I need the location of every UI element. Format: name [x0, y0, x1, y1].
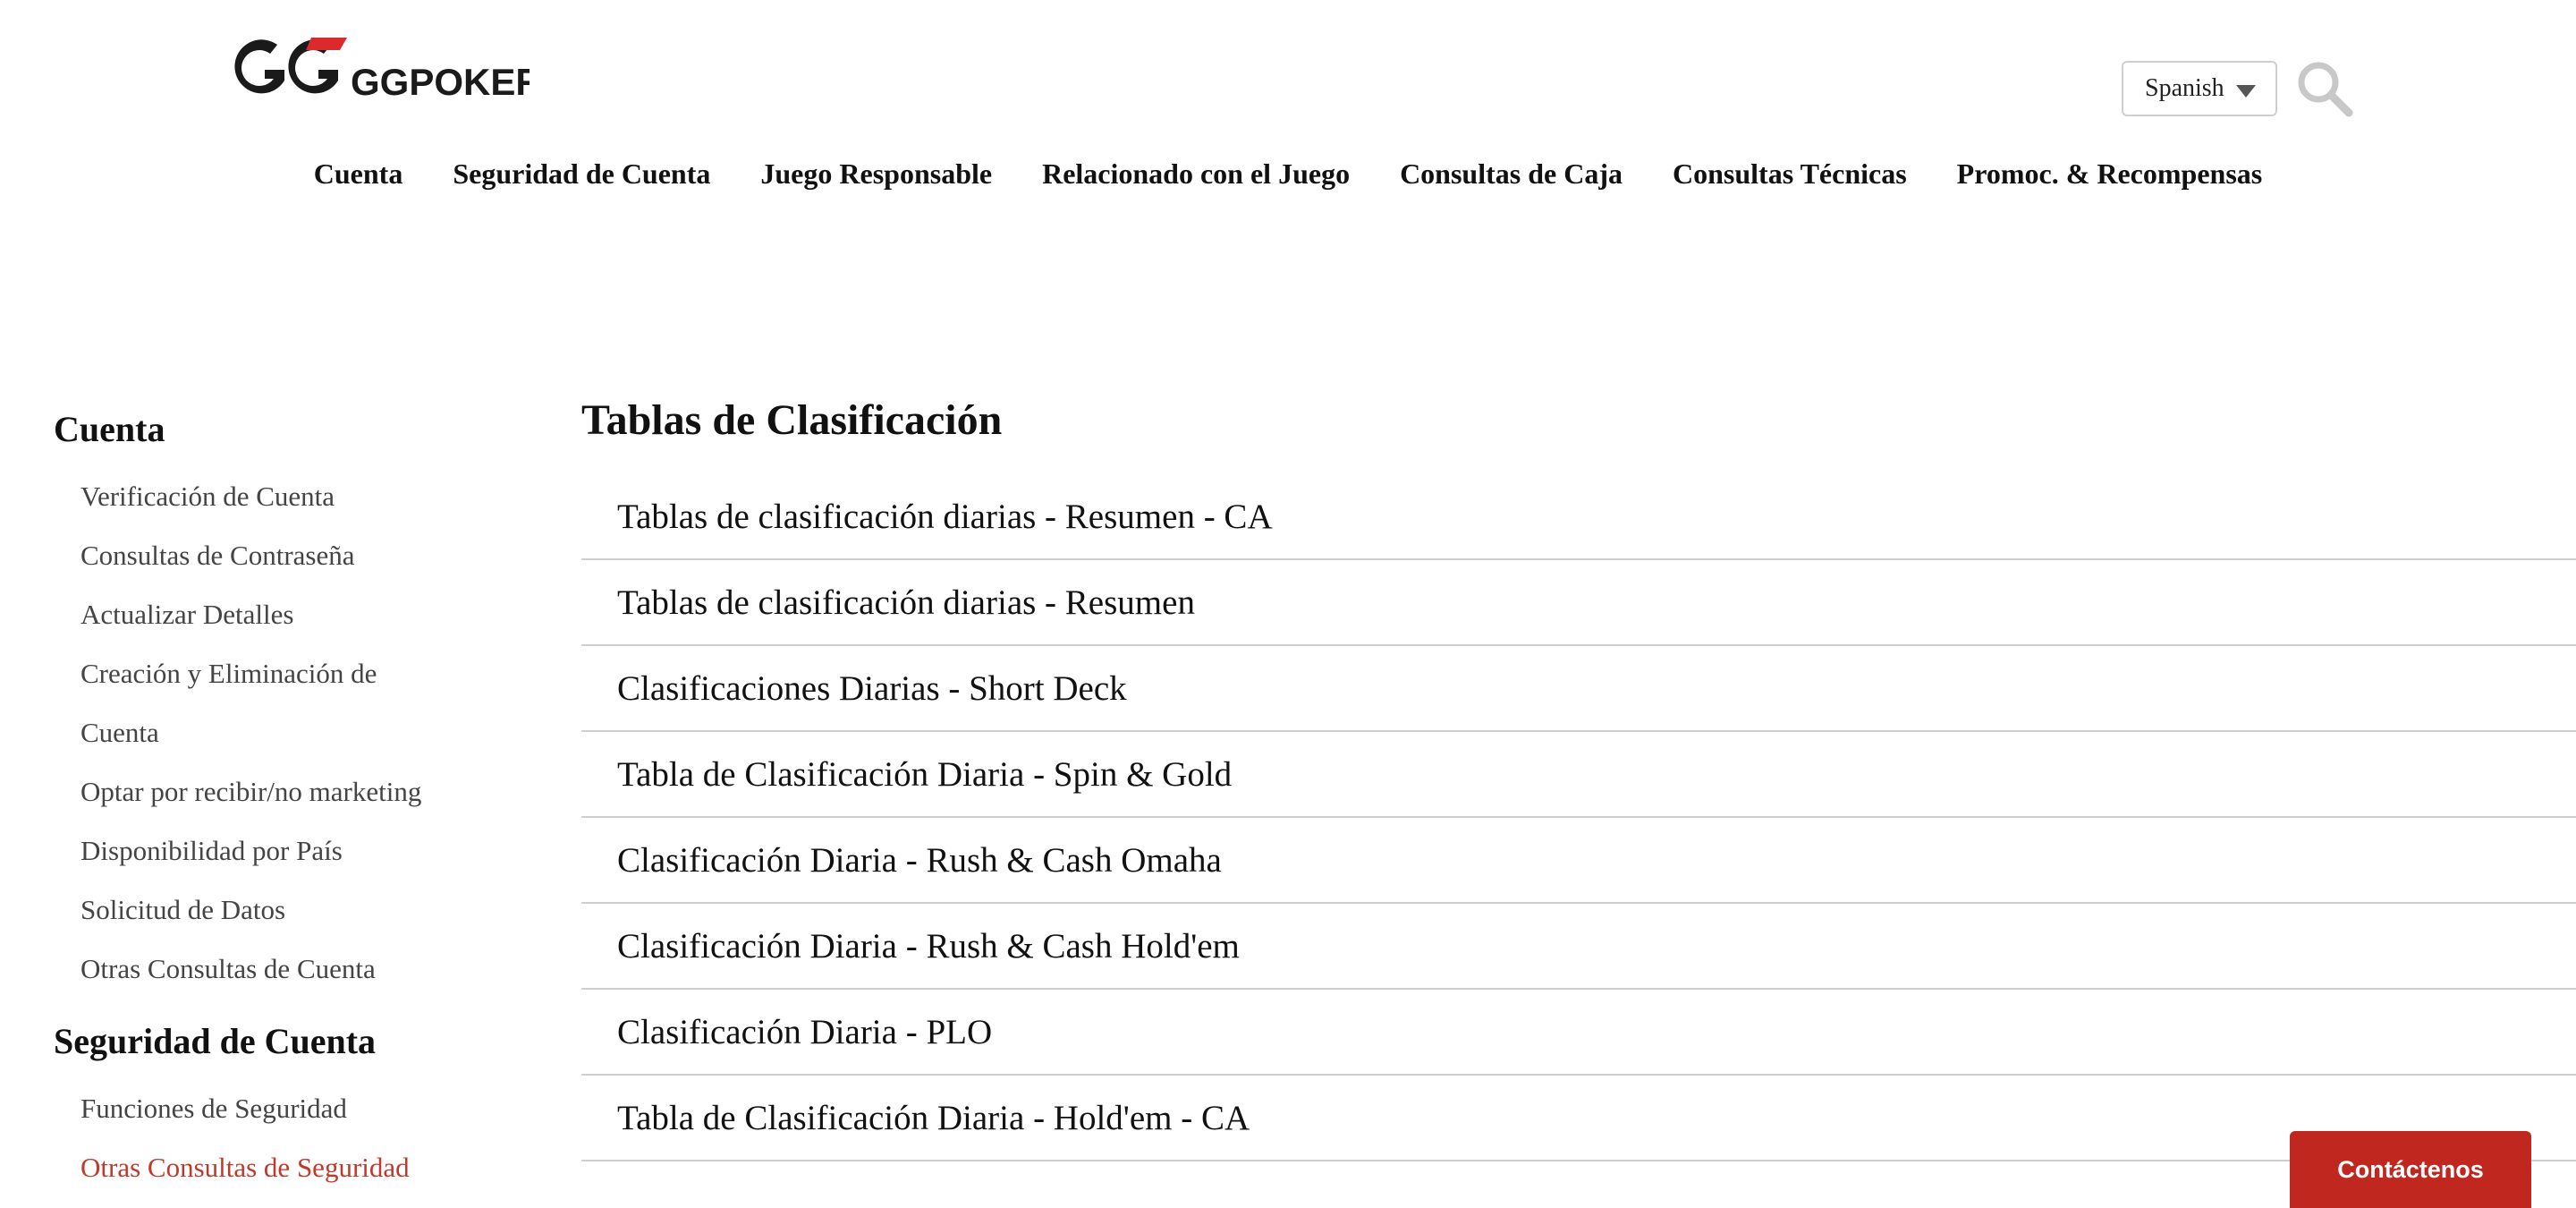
sidebar: Cuenta Verificación de Cuenta Consultas … — [54, 403, 519, 1197]
sidebar-item[interactable]: Verificación de Cuenta — [80, 467, 456, 526]
article-link[interactable]: Tablas de clasificación diarias - Resume… — [581, 474, 2576, 560]
article-link[interactable]: Tabla de Clasificación Diaria - Hold'em … — [581, 1076, 2576, 1161]
article-link[interactable]: Tablas de clasificación diarias - Resume… — [581, 560, 2576, 646]
nav-juego-responsable[interactable]: Juego Responsable — [760, 157, 992, 191]
article-link[interactable]: Clasificación Diaria - Rush & Cash Omaha — [581, 818, 2576, 904]
nav-promociones-recompensas[interactable]: Promoc. & Recompensas — [1957, 157, 2263, 191]
sidebar-item[interactable]: Funciones de Seguridad — [80, 1079, 456, 1138]
sidebar-item[interactable]: Disponibilidad por País — [80, 821, 456, 880]
nav-consultas-tecnicas[interactable]: Consultas Técnicas — [1673, 157, 1907, 191]
sidebar-list: Funciones de Seguridad Otras Consultas d… — [54, 1079, 519, 1197]
article-list: Tablas de clasificación diarias - Resume… — [581, 474, 2576, 1161]
sidebar-item-active[interactable]: Otras Consultas de Seguridad — [80, 1138, 456, 1197]
ggpoker-logo[interactable]: GGPOKER — [225, 34, 530, 106]
sidebar-item[interactable]: Actualizar Detalles — [80, 585, 456, 644]
nav-consultas-de-caja[interactable]: Consultas de Caja — [1400, 157, 1623, 191]
sidebar-item[interactable]: Consultas de Contraseña — [80, 526, 456, 585]
sidebar-item[interactable]: Otras Consultas de Cuenta — [80, 940, 456, 999]
article-link[interactable]: Clasificaciones Diarias - Short Deck — [581, 646, 2576, 732]
sidebar-item[interactable]: Creación y Eliminación de Cuenta — [80, 644, 402, 762]
sidebar-section-title[interactable]: Cuenta — [54, 403, 519, 456]
chevron-down-icon — [2236, 85, 2256, 98]
search-icon[interactable] — [2295, 59, 2354, 118]
contact-button[interactable]: Contáctenos — [2290, 1131, 2531, 1208]
article-link[interactable]: Clasificación Diaria - PLO — [581, 990, 2576, 1076]
article-link[interactable]: Tabla de Clasificación Diaria - Spin & G… — [581, 732, 2576, 818]
language-select[interactable]: Spanish — [2122, 61, 2277, 116]
sidebar-item[interactable]: Optar por recibir/no marketing — [80, 762, 456, 821]
nav-seguridad-de-cuenta[interactable]: Seguridad de Cuenta — [453, 157, 710, 191]
sidebar-section-title[interactable]: Seguridad de Cuenta — [54, 1015, 519, 1068]
main-content: Tablas de Clasificación Tablas de clasif… — [581, 385, 2576, 1161]
article-link[interactable]: Clasificación Diaria - Rush & Cash Hold'… — [581, 904, 2576, 990]
page-title: Tablas de Clasificación — [581, 396, 1003, 444]
nav-cuenta[interactable]: Cuenta — [314, 157, 403, 191]
sidebar-item[interactable]: Solicitud de Datos — [80, 880, 456, 940]
language-selected: Spanish — [2145, 74, 2224, 102]
logo-wordmark: GGPOKER — [351, 61, 530, 103]
sidebar-list: Verificación de Cuenta Consultas de Cont… — [54, 467, 519, 999]
top-navigation: Cuenta Seguridad de Cuenta Juego Respons… — [0, 157, 2576, 191]
nav-relacionado-con-el-juego[interactable]: Relacionado con el Juego — [1042, 157, 1350, 191]
